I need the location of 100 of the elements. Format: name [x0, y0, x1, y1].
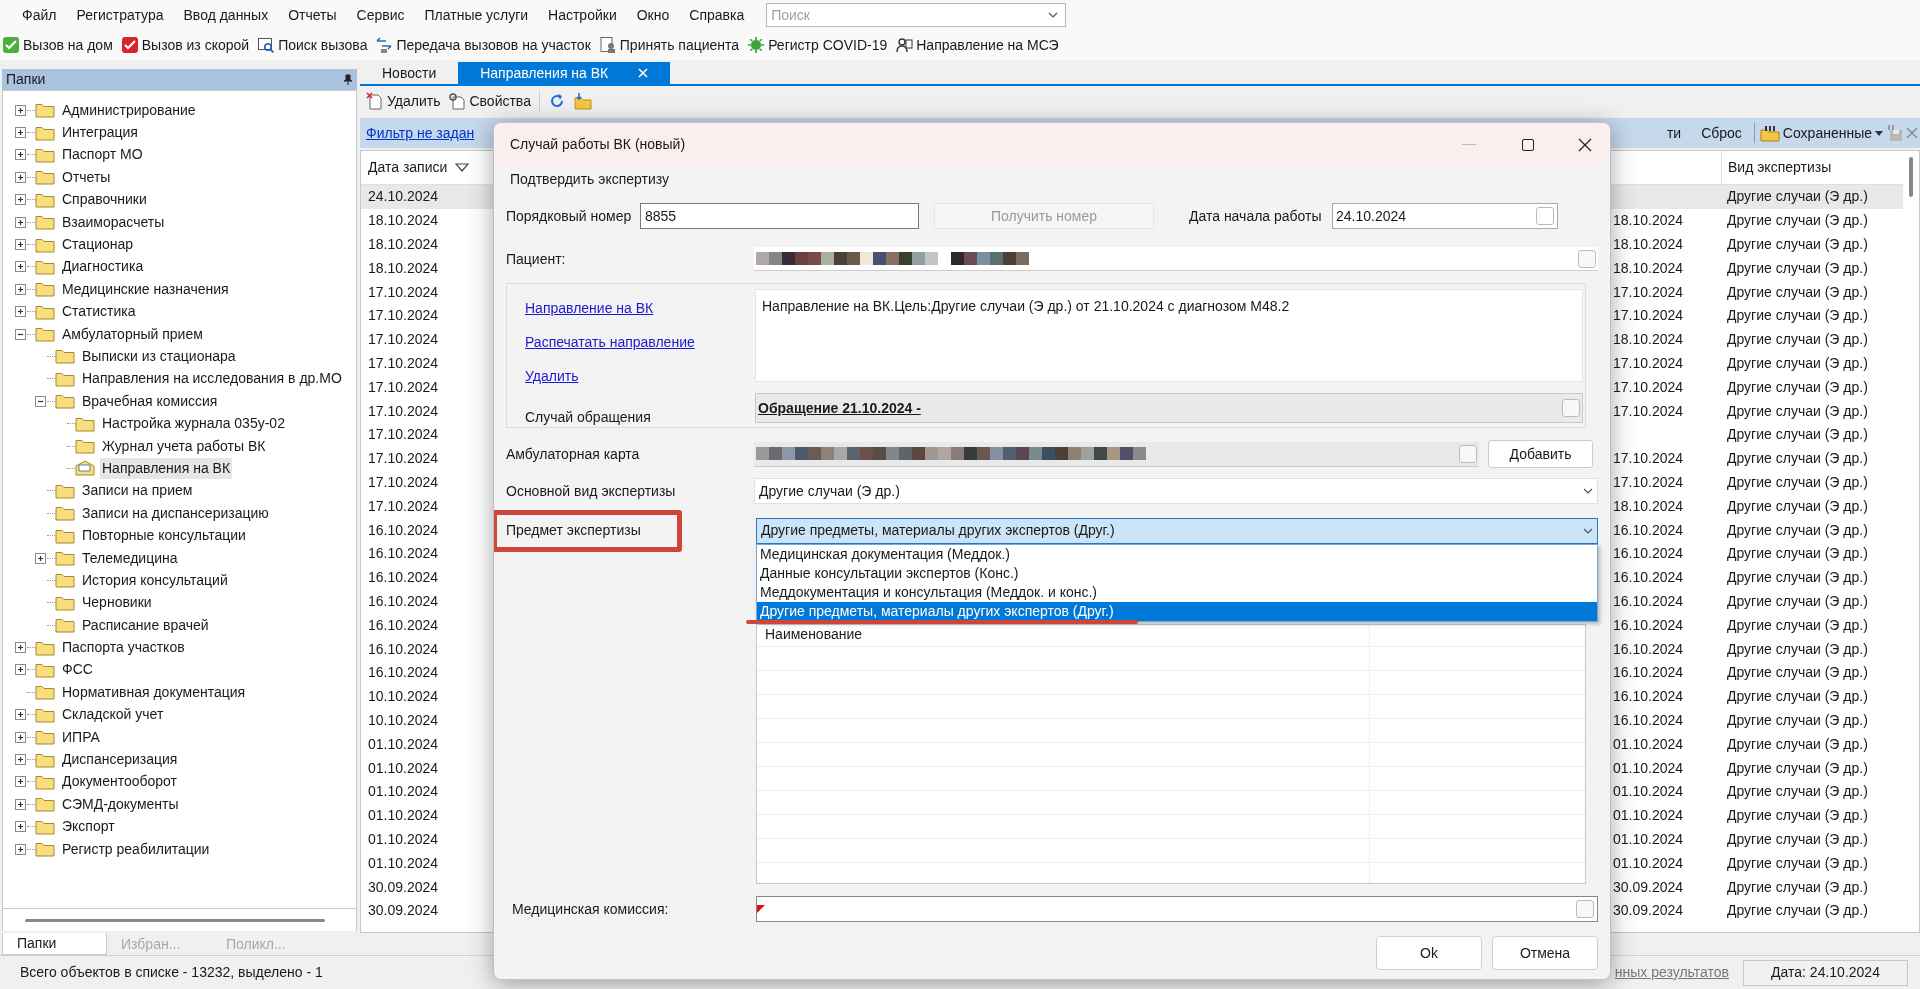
toolbar-button[interactable]: Регистр COVID-19 — [747, 32, 888, 58]
menu-item[interactable]: Отчеты — [278, 0, 347, 30]
chevron-down-icon[interactable] — [1048, 12, 1059, 18]
number-field[interactable]: 8855 — [640, 203, 919, 229]
expand-icon[interactable] — [15, 798, 26, 810]
link[interactable]: Направление на ВК — [525, 298, 654, 319]
column-header[interactable]: Наименование — [757, 625, 1370, 646]
expand-icon[interactable] — [15, 642, 26, 654]
tree-item[interactable]: Записи на прием — [80, 480, 195, 502]
tree-item[interactable]: Врачебная комиссия — [80, 390, 220, 412]
tree-item[interactable]: Статистика — [60, 301, 138, 323]
tree-item[interactable]: Записи на диспансеризацию — [80, 502, 271, 524]
tree-item[interactable]: ФСС — [60, 659, 95, 681]
tree-item[interactable]: Направления на ВК — [100, 457, 233, 479]
expand-icon[interactable] — [15, 843, 26, 855]
link[interactable]: Распечатать направление — [525, 332, 695, 353]
expand-icon[interactable] — [15, 216, 26, 228]
folder-arrow-icon[interactable] — [573, 92, 592, 110]
toolbar-button[interactable]: Поиск вызова — [257, 32, 368, 58]
search-field[interactable]: Поиск — [766, 3, 1067, 27]
dropdown-option[interactable]: Данные консультации экспертов (Конс.) — [757, 564, 1597, 583]
tree-item[interactable]: Экспорт — [60, 816, 117, 838]
filter-button[interactable]: ти — [1656, 122, 1692, 144]
toolbar-button[interactable]: Вызов на дом — [2, 32, 113, 58]
collapse-icon[interactable] — [15, 328, 26, 340]
tree-item[interactable]: Документооборот — [60, 771, 179, 793]
expand-icon[interactable] — [15, 776, 26, 788]
menu-item[interactable]: Сервис — [346, 0, 415, 30]
expand-icon[interactable] — [15, 283, 26, 295]
tree-item[interactable]: Паспорт МО — [60, 144, 145, 166]
document-tab[interactable]: Направления на ВК — [458, 62, 671, 84]
expand-icon[interactable] — [15, 664, 26, 676]
tree-item[interactable]: Взаиморасчеты — [60, 211, 167, 233]
panel-tab[interactable]: Папки — [2, 933, 107, 955]
column-header[interactable]: Вид экспертизы — [1721, 151, 1903, 184]
card-field[interactable] — [754, 441, 1479, 467]
tree-item[interactable]: Нормативная документация — [60, 681, 248, 703]
column-header[interactable]: Дата записи — [361, 157, 491, 178]
tree-item[interactable]: Амбулаторный прием — [60, 323, 205, 345]
dialog-button[interactable]: Отмена — [1492, 936, 1598, 970]
tree-item[interactable]: Паспорта участков — [60, 637, 187, 659]
tree-item[interactable]: Медицинские назначения — [60, 278, 231, 300]
menu-item[interactable]: Справка — [679, 0, 755, 30]
menu-item[interactable]: Регистратура — [66, 0, 174, 30]
expand-icon[interactable] — [15, 194, 26, 206]
dialog-button[interactable]: Ok — [1376, 936, 1482, 970]
subject-dropdown[interactable]: Другие предметы, материалы других экспертов (Друг.) — [756, 517, 1598, 544]
expand-icon[interactable] — [15, 171, 26, 183]
menu-item[interactable]: Ввод данных — [173, 0, 279, 30]
expand-icon[interactable] — [35, 552, 46, 564]
tree-item[interactable]: Журнал учета работы ВК — [100, 435, 268, 457]
tree-item[interactable]: Расписание врачей — [80, 614, 211, 636]
tree-item[interactable]: Стационар — [60, 234, 136, 256]
tree-item[interactable]: Интеграция — [60, 122, 140, 144]
tree-item[interactable]: Отчеты — [60, 166, 113, 188]
tree-item[interactable]: ИПРА — [60, 726, 102, 748]
add-button[interactable]: Добавить — [1488, 440, 1593, 468]
menu-item[interactable]: Платные услуги — [414, 0, 539, 30]
toolbar-button[interactable]: Удалить — [366, 88, 441, 114]
results-link[interactable]: нных результатов — [1614, 962, 1743, 983]
tree-item[interactable]: Направления на исследования в др.МО — [80, 368, 344, 390]
toolbar-button[interactable]: Направление на МСЭ — [895, 32, 1059, 58]
patient-field[interactable] — [754, 247, 1598, 271]
dropdown-option[interactable]: Другие предметы, материалы других экспертов (Друг.) — [757, 602, 1597, 621]
scrollbar-thumb[interactable] — [1909, 157, 1913, 197]
tree-item[interactable]: Черновики — [80, 592, 154, 614]
menu-item[interactable]: Файл — [12, 0, 67, 30]
tree-item[interactable]: Справочники — [60, 189, 149, 211]
dropdown-option[interactable]: Меддокументация и консультация (Меддок. и конс.) — [757, 583, 1597, 602]
expand-icon[interactable] — [15, 306, 26, 318]
tree-item[interactable]: Телемедицина — [80, 547, 180, 569]
expand-icon[interactable] — [15, 239, 26, 251]
expand-icon[interactable] — [15, 754, 26, 765]
expand-icon[interactable] — [15, 821, 26, 833]
menu-item[interactable]: Подтвердить экспертизу — [506, 169, 673, 190]
document-tab[interactable]: Новости — [360, 62, 459, 84]
saved-filters-button[interactable]: Сохраненные — [1756, 122, 1886, 144]
expand-icon[interactable] — [15, 709, 26, 721]
tree-item[interactable]: Диагностика — [60, 256, 146, 278]
expertise-type-dropdown[interactable]: Другие случаи (Э др.) — [754, 478, 1598, 504]
tree-item[interactable]: Выписки из стационара — [80, 346, 238, 367]
expand-icon[interactable] — [15, 127, 26, 139]
link[interactable]: Удалить — [525, 366, 579, 387]
tree-item[interactable]: Настройка журнала 035у-02 — [100, 413, 287, 435]
toolbar-button[interactable]: Вызов из скорой — [120, 32, 250, 58]
toolbar-button[interactable]: Свойства — [448, 88, 531, 114]
tree-item[interactable]: СЭМД-документы — [60, 793, 181, 815]
date-field[interactable]: 24.10.2024 — [1332, 203, 1558, 229]
close-button[interactable] — [1578, 137, 1592, 152]
tree-item[interactable]: Диспансеризация — [60, 749, 180, 770]
commission-field[interactable] — [756, 896, 1598, 922]
menu-item[interactable]: Окно — [626, 0, 680, 30]
tree-item[interactable]: Повторные консультации — [80, 525, 248, 547]
expand-icon[interactable] — [15, 149, 26, 161]
expand-icon[interactable] — [15, 731, 26, 743]
pin-icon[interactable] — [343, 73, 353, 86]
toolbar-button[interactable]: Передача вызовов на участок — [375, 32, 591, 58]
maximize-button[interactable] — [1522, 138, 1534, 151]
expand-icon[interactable] — [15, 104, 26, 116]
tree-item[interactable]: Администрирование — [60, 99, 198, 121]
